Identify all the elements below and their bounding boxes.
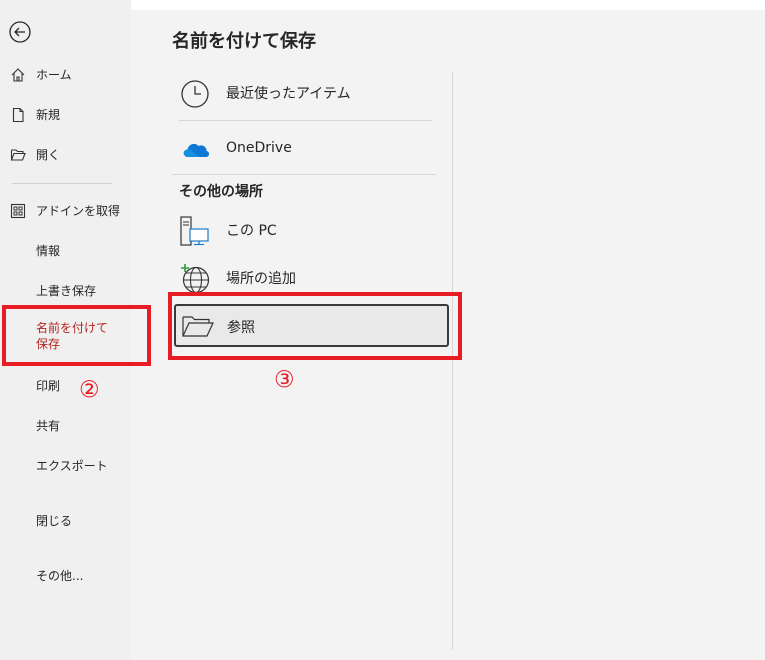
open-folder-icon xyxy=(10,149,26,161)
nav-more[interactable]: その他... xyxy=(0,559,131,593)
location-this-pc-label: この PC xyxy=(226,223,277,239)
backstage-sidebar: ホーム 新規 開く アドインを取得 情報 上書き保存 名前を付けて保存 印刷 共… xyxy=(0,0,131,660)
nav-info[interactable]: 情報 xyxy=(0,234,131,268)
nav-save[interactable]: 上書き保存 xyxy=(0,274,131,308)
new-file-icon xyxy=(12,107,24,123)
nav-close[interactable]: 閉じる xyxy=(0,504,131,538)
back-button[interactable] xyxy=(8,20,32,44)
location-recent-label: 最近使ったアイテム xyxy=(226,86,351,102)
nav-export[interactable]: エクスポート xyxy=(0,449,131,483)
nav-save-as-label: 名前を付けて保存 xyxy=(36,321,109,351)
browse-button[interactable]: 参照 xyxy=(174,304,449,347)
location-add-place-label: 場所の追加 xyxy=(226,271,296,287)
location-recent[interactable]: 最近使ったアイテム xyxy=(172,70,437,116)
browse-button-label: 参照 xyxy=(227,320,255,336)
home-icon xyxy=(11,68,25,82)
computer-icon xyxy=(180,216,209,246)
step-2-marker: ② xyxy=(79,377,100,403)
page-title: 名前を付けて保存 xyxy=(172,31,316,52)
nav-close-label: 閉じる xyxy=(36,514,73,528)
folder-icon xyxy=(182,316,214,337)
nav-open-label: 開く xyxy=(36,148,61,162)
other-locations-heading: その他の場所 xyxy=(179,184,263,200)
location-onedrive[interactable]: OneDrive xyxy=(172,125,437,171)
globe-plus-icon xyxy=(181,264,210,294)
addins-icon xyxy=(10,203,26,219)
location-this-pc[interactable]: この PC xyxy=(172,207,437,253)
clock-icon xyxy=(181,80,209,108)
nav-print[interactable]: 印刷 xyxy=(0,369,131,403)
nav-info-label: 情報 xyxy=(36,244,61,258)
panel-divider xyxy=(452,72,453,650)
nav-addins-label: アドインを取得 xyxy=(36,204,121,218)
nav-more-label: その他... xyxy=(36,569,84,583)
nav-home[interactable]: ホーム xyxy=(0,58,131,92)
nav-new-label: 新規 xyxy=(36,108,61,122)
sidebar-divider xyxy=(12,183,112,184)
location-onedrive-label: OneDrive xyxy=(226,140,292,156)
divider-recent xyxy=(179,120,432,121)
nav-home-label: ホーム xyxy=(36,68,72,82)
nav-export-label: エクスポート xyxy=(36,459,108,473)
nav-print-label: 印刷 xyxy=(36,379,61,393)
nav-share-label: 共有 xyxy=(36,419,61,433)
nav-save-as[interactable]: 名前を付けて保存 xyxy=(0,314,131,358)
step-3-marker: ③ xyxy=(274,367,295,393)
onedrive-cloud-icon xyxy=(183,143,210,157)
location-add-place[interactable]: 場所の追加 xyxy=(172,255,437,301)
divider-onedrive xyxy=(172,174,436,175)
nav-open[interactable]: 開く xyxy=(0,138,131,172)
nav-new[interactable]: 新規 xyxy=(0,98,131,132)
nav-addins[interactable]: アドインを取得 xyxy=(0,194,131,228)
nav-share[interactable]: 共有 xyxy=(0,409,131,443)
back-arrow-icon xyxy=(9,21,31,43)
nav-save-label: 上書き保存 xyxy=(36,284,97,298)
